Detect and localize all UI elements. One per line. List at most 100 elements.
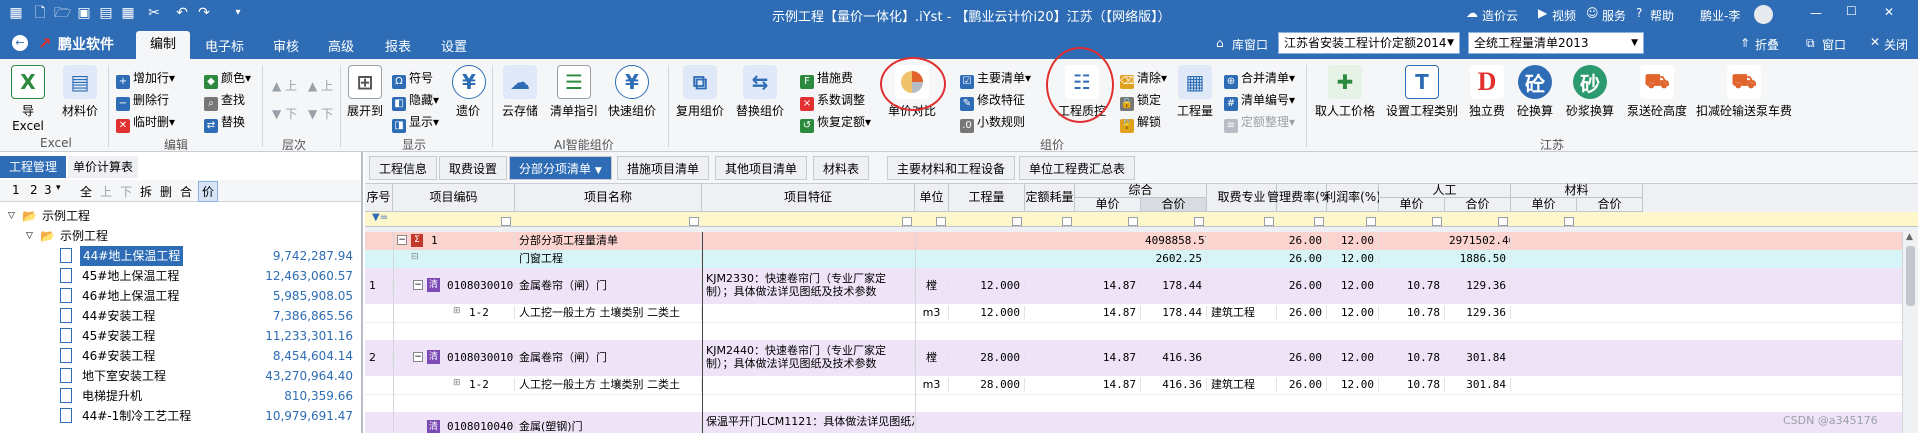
tab-reports[interactable]: 报表	[385, 36, 411, 55]
export-excel-button[interactable]: X 导Excel	[8, 65, 48, 133]
collapse-icon[interactable]: ⇑	[1740, 36, 1750, 50]
vertical-scrollbar[interactable]: ▲	[1902, 232, 1918, 433]
main-bill-button[interactable]: ☑ 主要清单▾	[960, 69, 1031, 89]
mortar-convert-button[interactable]: 砂 砂浆换算	[1562, 65, 1618, 119]
tree-item[interactable]: 44#安装工程 7,386,865.56	[0, 306, 361, 326]
filter-dropdown-icon[interactable]	[1194, 217, 1204, 226]
window-icon[interactable]: ⧉	[1806, 36, 1815, 51]
restore-quota-button[interactable]: ↺ 恢复定额▾	[800, 113, 871, 133]
delete-button[interactable]: 删	[160, 183, 172, 200]
tab-fee-setting[interactable]: 取费设置	[439, 156, 508, 180]
move-down-button[interactable]: 下	[120, 183, 132, 200]
price-button[interactable]: 价	[198, 181, 219, 202]
material-price-button[interactable]: ▤ 材料价	[58, 65, 102, 119]
deduct-pump-fee-button[interactable]: ⛟ 扣减砼输送泵车费	[1696, 65, 1792, 119]
library-window-button[interactable]: 库窗口	[1232, 36, 1268, 53]
tab-e-bid[interactable]: 电子标	[205, 36, 244, 55]
level-3-button[interactable]: 3	[44, 183, 52, 197]
concrete-convert-button[interactable]: 砼 砼换算	[1514, 65, 1556, 119]
filter-dropdown-icon[interactable]	[1128, 217, 1138, 226]
filter-dropdown-icon[interactable]	[1564, 217, 1574, 226]
service-icon[interactable]: ☺	[1586, 6, 1599, 20]
filter-dropdown-icon[interactable]	[936, 217, 946, 226]
tree-item[interactable]: 地下室安装工程 43,270,964.40	[0, 366, 361, 386]
collapse-node-icon[interactable]: −	[397, 235, 407, 245]
decimal-rule-button[interactable]: .0 小数规则	[960, 113, 1025, 133]
tree-item[interactable]: 44#地上保温工程 9,742,287.94	[0, 246, 361, 266]
table-row[interactable]: 清 010801004001 金属(塑钢)门 保温平开门LCM1121：具体做法…	[365, 412, 1918, 433]
help-icon[interactable]: ?	[1636, 6, 1642, 20]
measure-fee-button[interactable]: F 措施费	[800, 69, 853, 89]
collapse-node-icon[interactable]: −	[413, 280, 423, 290]
quick-access-dropdown-icon[interactable]: ▾	[230, 5, 246, 21]
unlock-button[interactable]: 🔓 解锁	[1120, 113, 1161, 133]
clear-button[interactable]: ⌫ 清除▾	[1120, 69, 1167, 89]
show-button[interactable]: ◨ 显示▾	[392, 113, 439, 133]
redo-icon[interactable]: ↷	[196, 5, 212, 21]
cost-cloud-link[interactable]: 造价云	[1482, 7, 1518, 24]
filter-dropdown-icon[interactable]	[1498, 217, 1508, 226]
level-1-button[interactable]: 1	[12, 183, 20, 197]
tab-project-info[interactable]: 工程信息	[369, 156, 438, 180]
tab-cost-summary[interactable]: 单位工程费汇总表	[1019, 156, 1136, 180]
cloud-storage-button[interactable]: ☁ 云存储	[498, 65, 542, 119]
tab-advanced[interactable]: 高级	[328, 36, 354, 55]
document-icon[interactable]: ▤	[98, 5, 114, 21]
all-button[interactable]: 全	[80, 183, 92, 200]
library-window-icon[interactable]: ⌂	[1216, 36, 1224, 50]
expand-node-icon[interactable]: ⊞	[453, 378, 461, 388]
collapse-node-icon[interactable]: −	[413, 352, 423, 362]
open-folder-icon[interactable]: 🗁	[54, 5, 71, 21]
tab-other-bill[interactable]: 其他项目清单	[715, 156, 808, 180]
tree-item[interactable]: 45#地上保温工程 12,463,060.57	[0, 266, 361, 286]
coef-adjust-button[interactable]: × 系数调整	[800, 91, 865, 111]
collapse-button[interactable]: 折叠	[1755, 36, 1779, 53]
filter-dropdown-icon[interactable]	[501, 217, 511, 226]
replace-price-button[interactable]: ⇆ 替换组价	[734, 65, 786, 119]
temp-delete-button[interactable]: ✕ 临时删▾	[116, 113, 175, 133]
close-icon[interactable]: ✕	[1884, 5, 1894, 19]
scrollbar-thumb[interactable]	[1906, 246, 1915, 306]
filter-dropdown-icon[interactable]	[1264, 217, 1274, 226]
avatar[interactable]	[1754, 5, 1773, 24]
hide-button[interactable]: ◧ 隐藏▾	[392, 91, 439, 111]
tab-review[interactable]: 审核	[273, 36, 299, 55]
filter-dropdown-icon[interactable]	[1012, 217, 1022, 226]
level-2-button[interactable]: 2	[30, 183, 38, 197]
level-up2-button[interactable]: ▲ 上	[308, 77, 333, 94]
filter-dropdown-icon[interactable]	[902, 217, 912, 226]
tree-item[interactable]: 46#地上保温工程 5,985,908.05	[0, 286, 361, 306]
filter-icon[interactable]: ▼=	[372, 212, 388, 223]
modify-feature-button[interactable]: ✎ 修改特征	[960, 91, 1025, 111]
tree-item[interactable]: 44#-1制冷工艺工程 10,979,691.47	[0, 406, 361, 426]
expand-to-button[interactable]: ⊞ 展开到	[346, 65, 384, 119]
back-icon[interactable]: ←	[12, 35, 28, 51]
filter-dropdown-icon[interactable]	[1314, 217, 1324, 226]
bill-number-button[interactable]: # 清单编号▾	[1224, 91, 1295, 111]
quick-price-button[interactable]: ¥ 快速组价	[606, 65, 658, 119]
tab-main-materials[interactable]: 主要材料和工程设备	[887, 156, 1016, 180]
split-button[interactable]: 拆	[140, 183, 152, 200]
independent-fee-button[interactable]: D 独立费	[1466, 65, 1508, 119]
help-link[interactable]: 帮助	[1650, 7, 1674, 24]
level-dropdown-icon[interactable]: ▾	[56, 183, 61, 193]
table-row[interactable]: ⊞ 1-2 人工挖一般土方 土壤类别 二类土 m3 12.000 14.87 1…	[365, 304, 1918, 322]
pump-height-button[interactable]: ⛟ 泵送砼高度	[1624, 65, 1690, 119]
add-row-button[interactable]: + 增加行▾	[116, 69, 175, 89]
expand-node-icon[interactable]: ⊞	[453, 306, 461, 316]
quantity-button[interactable]: ▦ 工程量	[1174, 65, 1216, 119]
tools-icon[interactable]: ✂	[146, 5, 162, 21]
cloud-icon[interactable]: ☁	[1466, 6, 1478, 20]
level-down2-button[interactable]: ▼ 下	[308, 105, 333, 122]
save-icon[interactable]: ▣	[76, 5, 92, 21]
undo-icon[interactable]: ↶	[174, 5, 190, 21]
chevron-down-icon[interactable]: ▽	[8, 206, 15, 226]
filter-dropdown-icon[interactable]	[1062, 217, 1072, 226]
delete-row-button[interactable]: − 删除行	[116, 91, 169, 111]
user-name[interactable]: 鹏业-李	[1700, 7, 1740, 24]
video-link[interactable]: 视频	[1552, 7, 1576, 24]
video-icon[interactable]: ▶	[1538, 6, 1547, 20]
merge-button[interactable]: 合	[180, 183, 192, 200]
tab-settings[interactable]: 设置	[441, 36, 467, 55]
close-button[interactable]: 关闭	[1884, 36, 1908, 53]
